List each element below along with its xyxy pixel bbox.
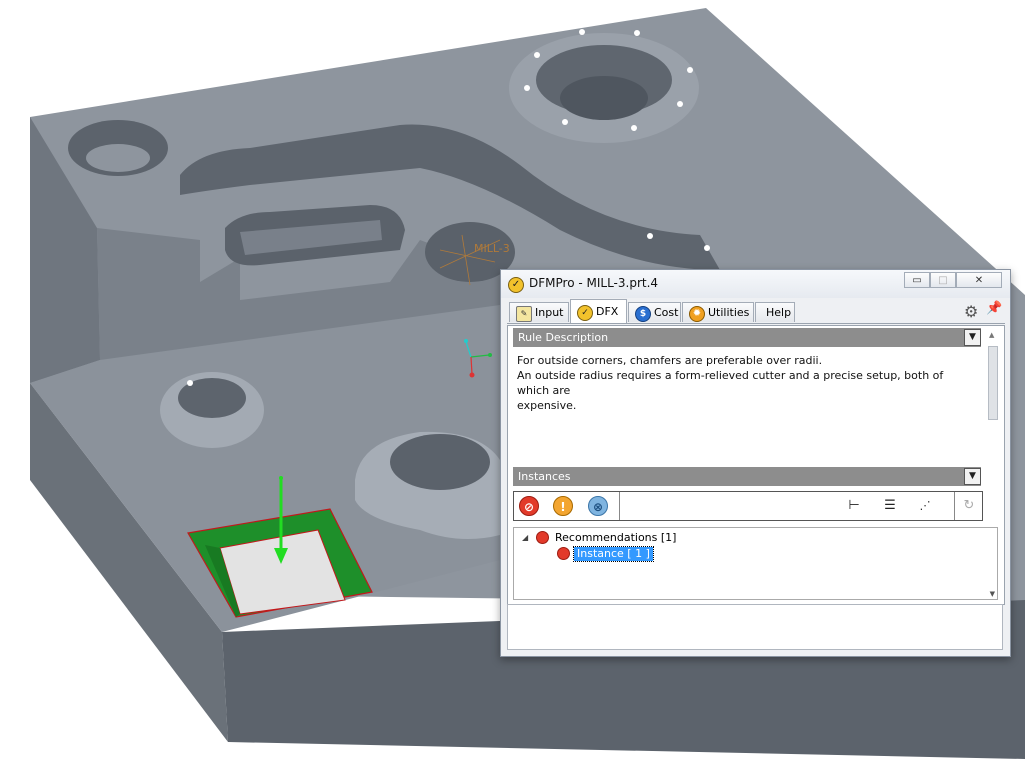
close-icon: ✕ [974, 275, 984, 286]
rule-description-text: For outside corners, chamfers are prefer… [517, 353, 977, 413]
tab-input-label: Input [535, 306, 564, 319]
utilities-icon: ✹ [689, 306, 705, 322]
chevron-down-icon: ▼ [969, 471, 976, 481]
instances-tree: ◢ Recommendations [1] Instance [ 1 ] ▼ [513, 527, 998, 600]
hole-lower [390, 434, 490, 490]
details-area [507, 604, 1003, 650]
instance-recommendation-icon [557, 547, 570, 560]
close-button[interactable]: ✕ [956, 272, 1002, 288]
tree-expand-icon[interactable]: ◢ [522, 533, 528, 542]
tab-bar: ✎ Input ✓ DFX $ Cost ✹ Utilities Help [507, 299, 1005, 324]
rule-description-scrollbar[interactable]: ▲ [986, 328, 1000, 453]
refresh-icon[interactable]: ↻ [959, 497, 979, 515]
title-bar[interactable]: ✓ DFMPro - MILL-3.prt.4 ▭ □ ✕ [501, 270, 1010, 298]
warning-filter-icon[interactable]: ! [553, 496, 573, 516]
tab-cost-label: Cost [654, 306, 679, 319]
minimize-icon: ▭ [912, 275, 922, 286]
rule-description-header[interactable]: Rule Description [513, 328, 981, 347]
instances-collapse-button[interactable]: ▼ [964, 468, 981, 485]
chevron-down-icon: ▼ [969, 332, 976, 342]
tab-help[interactable]: Help [755, 302, 795, 322]
scroll-down-icon[interactable]: ▼ [990, 590, 995, 598]
part-label: MILL-3 [474, 242, 510, 255]
boss-ring-top-hole [560, 76, 648, 120]
tab-cost[interactable]: $ Cost [628, 302, 681, 322]
rule-description-title: Rule Description [518, 331, 609, 344]
tab-utilities[interactable]: ✹ Utilities [682, 302, 754, 322]
input-icon: ✎ [516, 306, 532, 322]
rule-description-collapse-button[interactable]: ▼ [964, 329, 981, 346]
description-line-1: For outside corners, chamfers are prefer… [517, 354, 823, 367]
toolbar-separator [619, 492, 620, 520]
tab-dfx-label: DFX [596, 305, 619, 318]
counterbore-hole-left-inner [86, 144, 150, 172]
minimize-button[interactable]: ▭ [904, 272, 930, 288]
description-line-3: expensive. [517, 399, 577, 412]
dfx-panel: Rule Description ▼ ▲ For outside corners… [507, 325, 1005, 605]
recommendation-icon [536, 531, 549, 544]
tree-view-icon[interactable]: ⊢ [844, 497, 864, 515]
list-view-icon[interactable]: ☰ [880, 497, 900, 515]
description-line-2: An outside radius requires a form-reliev… [517, 369, 944, 397]
scroll-up-icon[interactable]: ▲ [989, 331, 994, 339]
toolbar-separator [954, 492, 955, 520]
maximize-button[interactable]: □ [930, 272, 956, 288]
tab-utilities-label: Utilities [708, 306, 750, 319]
chart-view-icon[interactable]: ⋰ [915, 497, 935, 515]
ignore-filter-icon[interactable]: ⊗ [588, 496, 608, 516]
dfmpro-app-icon: ✓ [508, 277, 524, 293]
tab-dfx[interactable]: ✓ DFX [570, 299, 627, 323]
tab-help-label: Help [766, 306, 792, 319]
tree-item-instance[interactable]: Instance [ 1 ] [573, 546, 654, 562]
recommendation-filter-icon[interactable]: ⊘ [519, 496, 539, 516]
scrollbar-thumb[interactable] [988, 346, 998, 420]
tab-input[interactable]: ✎ Input [509, 302, 569, 322]
dfx-icon: ✓ [577, 305, 593, 321]
instances-toolbar: ⊘ ! ⊗ ⊢ ☰ ⋰ ↻ [513, 491, 983, 521]
instances-header[interactable]: Instances [513, 467, 981, 486]
instances-title: Instances [518, 470, 571, 483]
tree-group-recommendations[interactable]: Recommendations [1] [555, 531, 676, 544]
maximize-icon: □ [938, 275, 948, 286]
window-title: DFMPro - MILL-3.prt.4 [529, 276, 659, 290]
settings-gear-icon[interactable]: ⚙ [964, 302, 978, 321]
cost-icon: $ [635, 306, 651, 322]
dfmpro-window[interactable]: ✓ DFMPro - MILL-3.prt.4 ▭ □ ✕ ✎ Input ✓ … [500, 269, 1011, 657]
pin-icon[interactable]: 📌 [986, 301, 1002, 316]
